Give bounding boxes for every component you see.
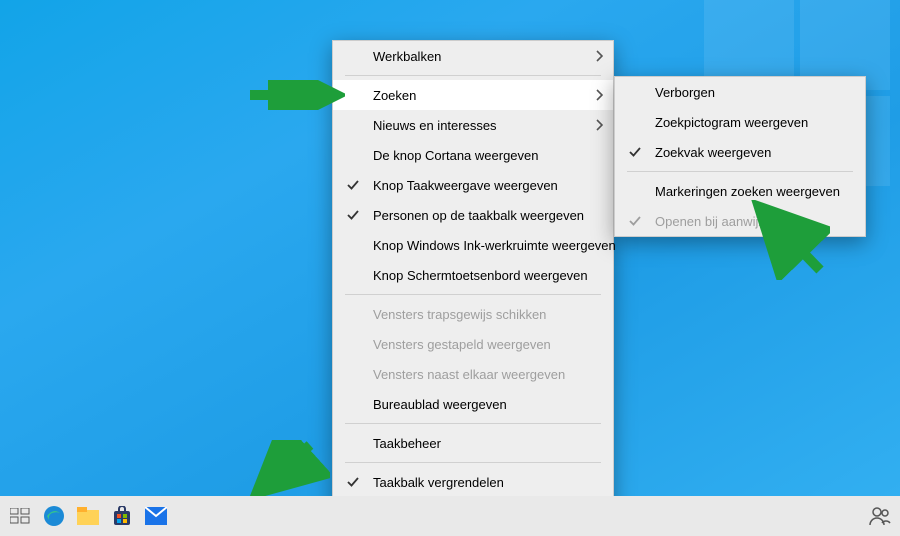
menu-item-label: Taakbeheer (373, 436, 441, 451)
task-view-icon[interactable] (8, 504, 32, 528)
annotation-arrow-zoeken (250, 80, 345, 110)
people-icon[interactable] (868, 504, 892, 528)
taskbar-context-menu-item[interactable]: Taakbeheer (333, 428, 613, 458)
check-icon (629, 146, 641, 158)
menu-item-label: Vensters trapsgewijs schikken (373, 307, 546, 322)
menu-item-label: Werkbalken (373, 49, 441, 64)
edge-icon[interactable] (42, 504, 66, 528)
menu-item-label: Knop Taakweergave weergeven (373, 178, 558, 193)
chevron-right-icon (595, 119, 603, 131)
menu-item-label: Verborgen (655, 85, 715, 100)
taskbar-left (8, 504, 168, 528)
taskbar-context-menu-item: Vensters gestapeld weergeven (333, 329, 613, 359)
annotation-arrow-taskbar (250, 440, 330, 500)
menu-separator (345, 423, 601, 424)
taskbar-right (868, 504, 892, 528)
search-submenu-item[interactable]: Verborgen (615, 77, 865, 107)
check-icon (347, 476, 359, 488)
file-explorer-icon[interactable] (76, 504, 100, 528)
menu-separator (627, 171, 853, 172)
taskbar-context-menu-item[interactable]: Knop Schermtoetsenbord weergeven (333, 260, 613, 290)
chevron-right-icon (595, 50, 603, 62)
taskbar-context-menu-item[interactable]: Werkbalken (333, 41, 613, 71)
search-submenu-item[interactable]: Zoekpictogram weergeven (615, 107, 865, 137)
menu-item-label: Knop Windows Ink-werkruimte weergeven (373, 238, 616, 253)
menu-separator (345, 462, 601, 463)
taskbar-context-menu-item[interactable]: Knop Windows Ink-werkruimte weergeven (333, 230, 613, 260)
menu-item-label: Zoekpictogram weergeven (655, 115, 808, 130)
menu-item-label: Zoeken (373, 88, 416, 103)
menu-separator (345, 294, 601, 295)
menu-item-label: De knop Cortana weergeven (373, 148, 539, 163)
microsoft-store-icon[interactable] (110, 504, 134, 528)
check-icon (347, 209, 359, 221)
menu-item-label: Vensters naast elkaar weergeven (373, 367, 565, 382)
search-submenu-item[interactable]: Zoekvak weergeven (615, 137, 865, 167)
taskbar-context-menu-item[interactable]: Nieuws en interesses (333, 110, 613, 140)
taskbar-context-menu-item: Vensters naast elkaar weergeven (333, 359, 613, 389)
mail-icon[interactable] (144, 504, 168, 528)
menu-item-label: Vensters gestapeld weergeven (373, 337, 551, 352)
chevron-right-icon (595, 89, 603, 101)
menu-item-label: Zoekvak weergeven (655, 145, 771, 160)
taskbar-context-menu-item[interactable]: Zoeken (333, 80, 613, 110)
desktop: Werkbalken Zoeken Nieuws en interesses De k… (0, 0, 900, 536)
taskbar[interactable] (0, 496, 900, 536)
check-icon (347, 179, 359, 191)
check-icon (629, 215, 641, 227)
menu-separator (345, 75, 601, 76)
taskbar-context-menu-item[interactable]: Knop Taakweergave weergeven (333, 170, 613, 200)
menu-item-label: Taakbalk vergrendelen (373, 475, 504, 490)
annotation-arrow-markeringen (750, 200, 830, 280)
taskbar-context-menu: Werkbalken Zoeken Nieuws en interesses De k… (332, 40, 614, 528)
taskbar-context-menu-item: Vensters trapsgewijs schikken (333, 299, 613, 329)
taskbar-context-menu-item[interactable]: Taakbalk vergrendelen (333, 467, 613, 497)
menu-item-label: Knop Schermtoetsenbord weergeven (373, 268, 588, 283)
menu-item-label: Nieuws en interesses (373, 118, 497, 133)
taskbar-context-menu-item[interactable]: Bureaublad weergeven (333, 389, 613, 419)
taskbar-context-menu-item[interactable]: De knop Cortana weergeven (333, 140, 613, 170)
menu-item-label: Bureaublad weergeven (373, 397, 507, 412)
menu-item-label: Personen op de taakbalk weergeven (373, 208, 584, 223)
taskbar-context-menu-item[interactable]: Personen op de taakbalk weergeven (333, 200, 613, 230)
menu-item-label: Markeringen zoeken weergeven (655, 184, 840, 199)
